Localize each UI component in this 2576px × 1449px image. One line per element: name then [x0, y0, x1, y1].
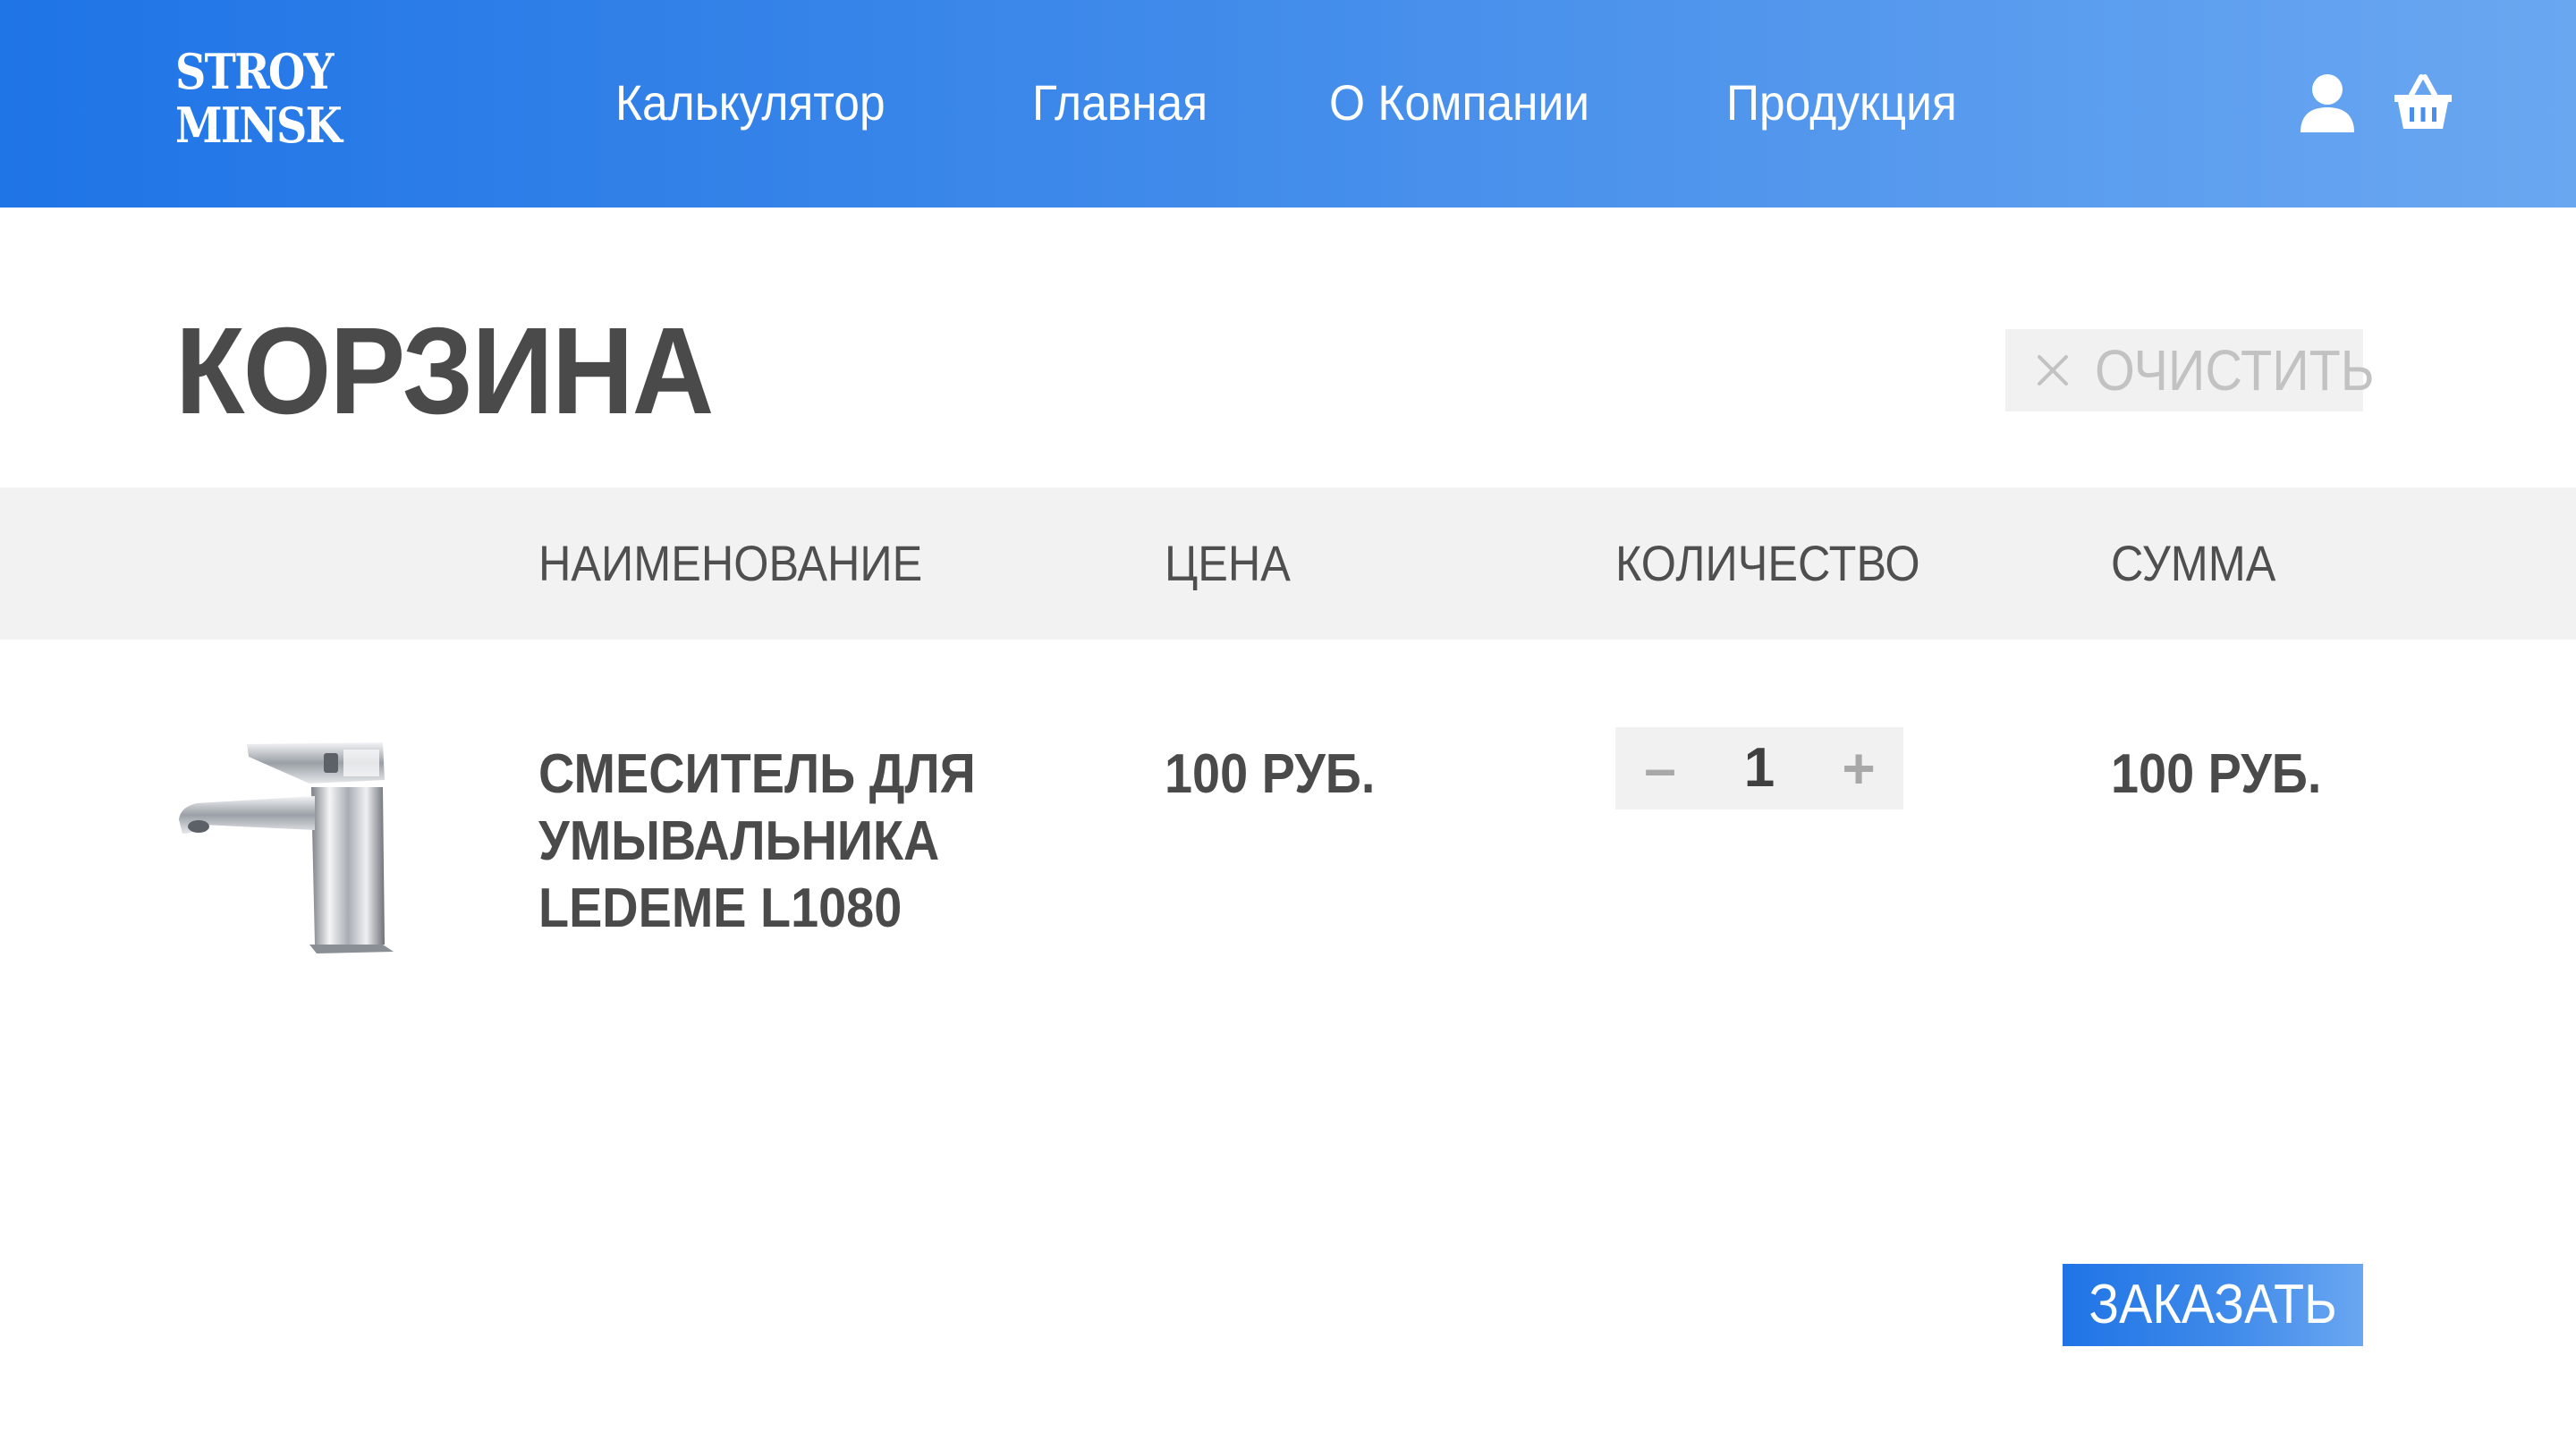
nav-item-home[interactable]: Главная — [1032, 72, 1208, 134]
clear-cart-button[interactable]: ОЧИСТИТЬ — [2005, 329, 2375, 411]
nav-item-calculator[interactable]: Калькулятор — [615, 72, 886, 134]
logo-line-2: MINSK — [175, 97, 343, 154]
quantity-stepper: – + — [1615, 727, 1903, 809]
logo-line-1: STROY — [175, 43, 334, 100]
close-icon — [2032, 350, 2073, 391]
order-button[interactable]: ЗАКАЗАТЬ — [2063, 1264, 2363, 1346]
column-header-quantity: КОЛИЧЕСТВО — [1615, 535, 1920, 591]
column-header-name: НАИМЕНОВАНИЕ — [538, 535, 923, 591]
product-image-faucet[interactable] — [175, 733, 399, 962]
decrease-quantity-button[interactable]: – — [1615, 727, 1705, 809]
clear-cart-label: ОЧИСТИТЬ — [2095, 338, 2375, 402]
column-header-price: ЦЕНА — [1165, 535, 1291, 591]
site-header: STROY MINSK Калькулятор Главная О Компан… — [0, 0, 2576, 208]
row-sum: 100 РУБ. — [2111, 743, 2322, 805]
increase-quantity-button[interactable]: + — [1814, 727, 1903, 809]
logo[interactable]: STROY MINSK — [175, 43, 343, 154]
product-price: 100 РУБ. — [1165, 743, 1376, 805]
nav-item-products[interactable]: Продукция — [1726, 72, 1957, 134]
product-name[interactable]: СМЕСИТЕЛЬ ДЛЯ УМЫВАЛЬНИКА LEDEME L1080 — [538, 741, 989, 942]
quantity-input[interactable] — [1705, 727, 1814, 809]
basket-icon[interactable] — [2392, 72, 2454, 132]
page-title: КОРЗИНА — [175, 302, 714, 440]
order-button-label: ЗАКАЗАТЬ — [2089, 1274, 2337, 1335]
nav-item-about[interactable]: О Компании — [1329, 72, 1589, 134]
column-header-sum: СУММА — [2111, 535, 2276, 591]
user-icon[interactable] — [2299, 73, 2356, 134]
table-header: НАИМЕНОВАНИЕ ЦЕНА КОЛИЧЕСТВО СУММА — [0, 487, 2576, 640]
